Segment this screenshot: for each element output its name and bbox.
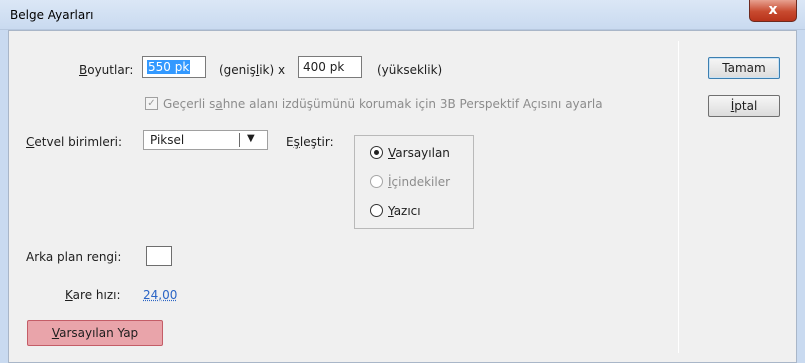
height-input[interactable]: 400 pk	[298, 56, 362, 78]
dimensions-label-text: oyutlar:	[87, 63, 134, 77]
make-default-mnemonic: V	[51, 326, 60, 340]
ok-button[interactable]: Tamam	[708, 57, 780, 79]
window-frame-right	[797, 30, 805, 363]
window-frame-left	[0, 30, 8, 363]
frame-rate-label: Kare hızı:	[65, 288, 121, 302]
frame-rate-mnemonic: K	[65, 288, 73, 302]
perspective-checkbox-label: Geçerli sahne alanı izdüşümünü korumak i…	[163, 97, 603, 111]
radio-default-label[interactable]: Varsayılan	[388, 146, 450, 160]
width-value: 550 pk	[147, 60, 191, 74]
width-suffix-a: (geniş	[219, 63, 256, 77]
radio-default-text: arsayılan	[395, 146, 450, 160]
perspective-text-b: hne alanı izdüşümünü korumak için 3B Per…	[222, 97, 603, 111]
radio-contents-text: çindekiler	[391, 175, 451, 189]
ruler-units-dropdown[interactable]: Piksel ▼	[143, 130, 268, 150]
width-suffix: (genişlik) x	[219, 63, 285, 77]
ruler-label-text: etvel birimleri:	[34, 135, 123, 149]
width-suffix-b: ik) x	[259, 63, 286, 77]
match-options-group: Varsayılan İçindekiler Yazıcı	[354, 135, 474, 229]
cancel-text: ptal	[734, 99, 758, 113]
radio-selected-dot	[374, 150, 379, 155]
chevron-down-icon: ▼	[247, 133, 255, 144]
dimensions-label: Boyutlar:	[79, 63, 133, 77]
radio-contents-label[interactable]: İçindekiler	[388, 175, 450, 189]
width-input[interactable]: 550 pk	[142, 56, 206, 78]
radio-contents[interactable]	[370, 175, 383, 188]
background-color-swatch[interactable]	[146, 246, 172, 266]
background-color-label: Arka plan rengi:	[26, 250, 122, 264]
cancel-button[interactable]: İptal	[708, 95, 780, 117]
frame-rate-label-text: are hızı:	[72, 288, 121, 302]
radio-printer-text: azıcı	[393, 204, 421, 218]
window-title: Belge Ayarları	[10, 8, 94, 22]
dialog-content: Boyutlar: 550 pk (genişlik) x 400 pk (yü…	[8, 30, 797, 363]
perspective-text-a: Geçerli s	[163, 97, 216, 111]
match-label-b: leştir:	[299, 135, 334, 149]
radio-default[interactable]	[370, 146, 383, 159]
bottom-frame	[9, 353, 798, 363]
dimensions-label-mnemonic: B	[79, 63, 88, 77]
radio-printer[interactable]	[370, 204, 383, 217]
make-default-button[interactable]: Varsayılan Yap	[27, 320, 163, 346]
title-bar[interactable]: Belge Ayarları x	[0, 0, 805, 30]
height-suffix: (yükseklik)	[377, 63, 443, 77]
dropdown-separator	[239, 133, 240, 147]
ruler-units-label: Cetvel birimleri:	[26, 135, 122, 149]
close-button[interactable]: x	[749, 0, 797, 22]
height-value: 400 pk	[303, 60, 345, 74]
frame-rate-value[interactable]: 24,00	[143, 288, 177, 302]
match-label: Eşleştir:	[286, 135, 334, 149]
vertical-divider	[678, 41, 679, 353]
make-default-text: arsayılan Yap	[59, 326, 139, 340]
document-settings-dialog: Belge Ayarları x Boyutlar: 550 pk (geniş…	[0, 0, 805, 363]
perspective-checkbox[interactable]: ✓	[145, 97, 158, 110]
perspective-text-mnemonic: a	[215, 97, 223, 111]
check-icon: ✓	[147, 98, 156, 109]
match-label-a: E	[286, 135, 294, 149]
ruler-units-value: Piksel	[150, 133, 185, 147]
radio-printer-label[interactable]: Yazıcı	[388, 204, 421, 218]
